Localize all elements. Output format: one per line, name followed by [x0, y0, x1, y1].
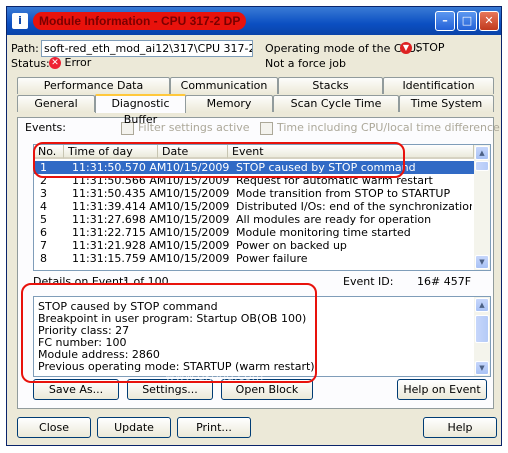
event-no: 3 — [40, 187, 47, 200]
details-label: Details on Event: — [33, 275, 128, 288]
scroll-down-arrow-icon[interactable]: ▼ — [475, 255, 489, 269]
event-no: 5 — [40, 213, 47, 226]
event-row[interactable]: 8 11:31:15.759 AM 10/15/2009 Power failu… — [34, 252, 474, 265]
help-on-event-button[interactable]: Help on Event — [397, 379, 487, 400]
event-date: 10/15/2009 — [166, 200, 230, 213]
details-position: 1 of 100 — [123, 275, 169, 288]
event-text: Power on backed up — [236, 239, 347, 252]
event-text: Mode transition from STOP to STARTUP — [236, 187, 451, 200]
event-id-value: 16# 457F — [417, 275, 472, 288]
event-date: 10/15/2009 — [166, 161, 230, 174]
event-time: 11:31:50.566 AM — [72, 174, 167, 187]
details-scrollbar[interactable]: ▲ ▼ — [474, 297, 490, 376]
event-no: 1 — [40, 161, 47, 174]
event-date: 10/15/2009 — [166, 252, 230, 265]
event-text: Distributed I/Os: end of the synchroniza… — [236, 200, 472, 213]
scroll-thumb[interactable] — [475, 315, 489, 343]
event-date: 10/15/2009 — [166, 239, 230, 252]
tab-performance-data[interactable]: Performance Data — [17, 77, 170, 94]
event-time: 11:31:21.928 AM — [72, 239, 167, 252]
event-time: 11:31:50.435 AM — [72, 187, 167, 200]
column-header-event[interactable]: Event — [228, 145, 474, 159]
event-text: Power failure — [236, 252, 308, 265]
opmode-value: STOP — [415, 41, 445, 54]
opmode-indicator: ▼ STOP — [400, 41, 445, 54]
status-label: Status: — [11, 57, 50, 70]
tab-diagnostic-buffer[interactable]: Diagnostic Buffer — [95, 94, 186, 126]
event-row[interactable]: 3 11:31:50.435 AM 10/15/2009 Mode transi… — [34, 187, 474, 200]
column-header-date[interactable]: Date — [158, 145, 228, 159]
event-text: STOP caused by STOP command — [236, 161, 416, 174]
minimize-button[interactable]: – — [435, 11, 455, 31]
cpu-time-checkbox-box[interactable] — [260, 121, 273, 135]
tab-stacks[interactable]: Stacks — [278, 77, 383, 94]
tab-memory[interactable]: Memory — [185, 95, 273, 112]
close-window-button[interactable]: ✕ — [479, 11, 499, 31]
event-date: 10/15/2009 — [166, 213, 230, 226]
opmode-label: Operating mode of the CPU: — [265, 42, 420, 55]
stop-icon: ▼ — [400, 42, 412, 54]
event-no: 4 — [40, 200, 47, 213]
event-id-label: Event ID: — [343, 275, 394, 288]
scroll-thumb[interactable] — [475, 161, 489, 171]
event-row[interactable]: 7 11:31:21.928 AM 10/15/2009 Power on ba… — [34, 239, 474, 252]
event-text: Request for automatic warm restart — [236, 174, 433, 187]
event-no: 8 — [40, 252, 47, 265]
event-details-text[interactable]: STOP caused by STOP command Breakpoint i… — [33, 296, 491, 377]
event-time: 11:31:50.570 AM — [72, 161, 167, 174]
cpu-time-label: Time including CPU/local time difference — [277, 121, 500, 134]
print-button[interactable]: Print... — [177, 417, 251, 438]
status-indicator: ✕ Error — [49, 56, 91, 69]
events-label: Events: — [25, 121, 66, 134]
maximize-button[interactable]: □ — [457, 11, 477, 31]
tab-communication[interactable]: Communication — [170, 77, 278, 94]
app-icon: i — [12, 13, 28, 29]
event-no: 6 — [40, 226, 47, 239]
event-no: 7 — [40, 239, 47, 252]
event-row[interactable]: 2 11:31:50.566 AM 10/15/2009 Request for… — [34, 174, 474, 187]
cpu-time-checkbox[interactable]: Time including CPU/local time difference — [260, 121, 500, 135]
tab-scan-cycle-time[interactable]: Scan Cycle Time — [273, 95, 399, 112]
event-row[interactable]: 4 11:31:39.414 AM 10/15/2009 Distributed… — [34, 200, 474, 213]
status-value: Error — [64, 56, 92, 69]
event-time: 11:31:22.715 AM — [72, 226, 167, 239]
event-time: 11:31:15.759 AM — [72, 252, 167, 265]
help-button[interactable]: Help — [423, 417, 497, 438]
force-job-status: Not a force job — [265, 57, 346, 70]
scroll-up-arrow-icon[interactable]: ▲ — [475, 298, 489, 312]
event-date: 10/15/2009 — [166, 174, 230, 187]
tab-identification[interactable]: Identification — [383, 77, 494, 94]
title-bar[interactable]: i Module Information - CPU 317-2 DP – □ … — [7, 7, 501, 35]
close-button[interactable]: Close — [17, 417, 91, 438]
event-text: Module monitoring time started — [236, 226, 411, 239]
event-time: 11:31:27.698 AM — [72, 213, 167, 226]
update-button[interactable]: Update — [97, 417, 171, 438]
error-icon: ✕ — [49, 57, 61, 69]
path-label: Path: — [11, 42, 39, 55]
path-field: soft-red_eth_mod_ai12\317\CPU 317-2 DP — [41, 40, 253, 57]
event-text: All modules are ready for operation — [236, 213, 432, 226]
tab-general[interactable]: General — [17, 95, 95, 112]
events-scrollbar[interactable]: ▲ ▼ — [474, 145, 490, 270]
scroll-down-arrow-icon[interactable]: ▼ — [475, 361, 489, 375]
window-title: Module Information - CPU 317-2 DP — [33, 12, 247, 30]
tab-time-system[interactable]: Time System — [399, 95, 494, 112]
event-row[interactable]: 5 11:31:27.698 AM 10/15/2009 All modules… — [34, 213, 474, 226]
event-date: 10/15/2009 — [166, 226, 230, 239]
column-header-time[interactable]: Time of day — [64, 145, 158, 159]
event-row[interactable]: 1 11:31:50.570 AM 10/15/2009 STOP caused… — [34, 161, 474, 174]
column-header-no[interactable]: No. — [34, 145, 64, 159]
event-no: 2 — [40, 174, 47, 187]
event-date: 10/15/2009 — [166, 187, 230, 200]
scroll-up-arrow-icon[interactable]: ▲ — [475, 146, 489, 160]
save-as-button[interactable]: Save As... — [33, 379, 119, 400]
watermark: www.gkong.com — [165, 369, 264, 383]
module-information-window: i Module Information - CPU 317-2 DP – □ … — [6, 6, 502, 446]
event-time: 11:31:39.414 AM — [72, 200, 167, 213]
event-row[interactable]: 6 11:31:22.715 AM 10/15/2009 Module moni… — [34, 226, 474, 239]
events-list[interactable]: No. Time of day Date Event 1 11:31:50.57… — [33, 144, 491, 271]
